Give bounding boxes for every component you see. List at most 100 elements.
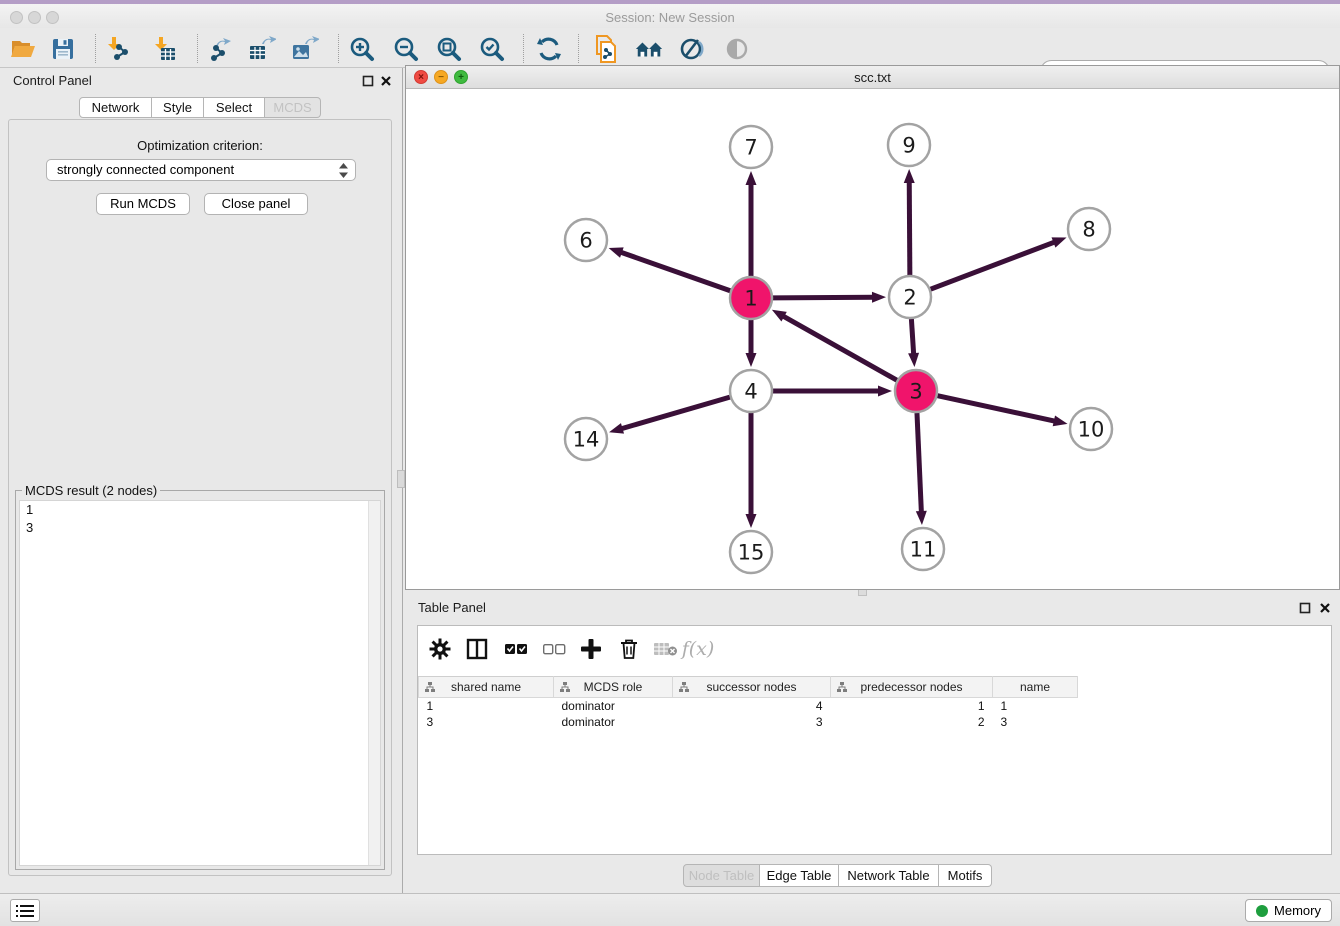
- zoom-in-icon[interactable]: [347, 35, 377, 62]
- splitter-grip[interactable]: [397, 470, 405, 488]
- refresh-view-icon[interactable]: [534, 35, 564, 62]
- graph-edge-2-3[interactable]: [911, 319, 913, 356]
- split-panel-icon[interactable]: [463, 636, 491, 662]
- toolbar-separator: [338, 34, 339, 63]
- mcds-result-line: 1: [20, 501, 380, 519]
- node-table: shared nameMCDS rolesuccessor nodesprede…: [418, 676, 1078, 730]
- table-tab-node-table[interactable]: Node Table: [683, 864, 760, 887]
- mcds-result-textarea[interactable]: 13: [19, 500, 381, 866]
- clone-network-icon[interactable]: [590, 35, 620, 62]
- table-tab-motifs[interactable]: Motifs: [939, 864, 992, 887]
- graph-edge-4-14[interactable]: [620, 397, 730, 429]
- export-network-icon[interactable]: [204, 35, 234, 62]
- criterion-dropdown[interactable]: strongly connected component: [46, 159, 356, 181]
- table-cell[interactable]: 3: [993, 714, 1078, 730]
- graph-edge-3-11[interactable]: [917, 413, 921, 514]
- table-tab-edge-table[interactable]: Edge Table: [760, 864, 839, 887]
- zoom-out-icon[interactable]: [391, 35, 421, 62]
- column-header-mcds-role[interactable]: MCDS role: [554, 677, 673, 698]
- vertical-splitter[interactable]: [396, 68, 405, 893]
- graph-edge-3-1[interactable]: [781, 315, 896, 380]
- column-type-icon: [424, 682, 436, 693]
- optimization-criterion-label: Optimization criterion:: [9, 138, 391, 153]
- import-table-icon[interactable]: [150, 35, 180, 62]
- close-panel-button[interactable]: Close panel: [204, 193, 308, 215]
- table-toolbar: f(x): [418, 626, 1331, 672]
- add-column-icon[interactable]: [577, 636, 605, 662]
- result-scrollbar[interactable]: [368, 501, 380, 865]
- table-close-panel-icon[interactable]: [1318, 601, 1332, 615]
- graph-edge-2-9[interactable]: [909, 180, 910, 275]
- column-header-predecessor-nodes[interactable]: predecessor nodes: [831, 677, 993, 698]
- control-tab-network[interactable]: Network: [79, 97, 152, 118]
- control-tab-select[interactable]: Select: [204, 97, 265, 118]
- graph-node-label: 4: [744, 380, 757, 404]
- memory-status-dot: [1256, 905, 1268, 917]
- edge-arrowhead: [872, 292, 886, 303]
- table-cell[interactable]: 3: [673, 714, 831, 730]
- criterion-value: strongly connected component: [57, 162, 234, 177]
- table-cell[interactable]: 2: [831, 714, 993, 730]
- export-table-icon[interactable]: [247, 35, 277, 62]
- graph-node-label: 11: [910, 538, 937, 562]
- graphics-details-icon[interactable]: [677, 35, 707, 62]
- graph-edge-1-2[interactable]: [773, 297, 875, 298]
- export-image-icon[interactable]: [290, 35, 320, 62]
- control-tab-style[interactable]: Style: [152, 97, 204, 118]
- table-settings-icon[interactable]: [426, 636, 454, 662]
- column-type-icon: [559, 682, 571, 693]
- first-neighbors-icon[interactable]: [634, 35, 664, 62]
- edge-arrowhead: [746, 353, 757, 367]
- graph-edge-2-8[interactable]: [931, 241, 1057, 289]
- toolbar-separator: [95, 34, 96, 63]
- zoom-selected-icon[interactable]: [477, 35, 507, 62]
- network-canvas-svg[interactable]: 1234678910111415: [406, 89, 1339, 589]
- graph-node-label: 6: [579, 229, 592, 253]
- table-cell[interactable]: dominator: [554, 714, 673, 730]
- graph-edge-3-10[interactable]: [937, 396, 1056, 422]
- graph-node-label: 1: [744, 287, 757, 311]
- control-panel-title: Control Panel: [13, 73, 92, 88]
- graph-edge-1-6[interactable]: [619, 252, 730, 291]
- table-tab-network-table[interactable]: Network Table: [839, 864, 939, 887]
- graph-node-label: 2: [903, 286, 916, 310]
- edge-arrowhead: [878, 386, 892, 397]
- toolbar-separator: [523, 34, 524, 63]
- table-row[interactable]: 1dominator411: [419, 698, 1078, 714]
- select-all-columns-icon[interactable]: [502, 636, 530, 662]
- task-history-button[interactable]: [10, 899, 40, 922]
- toggle-visibility-icon[interactable]: [722, 35, 752, 62]
- toolbar-separator: [197, 34, 198, 63]
- memory-button[interactable]: Memory: [1245, 899, 1332, 922]
- float-panel-icon[interactable]: [361, 74, 375, 88]
- graph-node-label: 15: [738, 541, 765, 565]
- graph-node-label: 3: [909, 380, 922, 404]
- delete-table-icon[interactable]: [652, 636, 680, 662]
- table-cell[interactable]: 1: [993, 698, 1078, 714]
- edge-arrowhead: [746, 171, 757, 185]
- table-cell[interactable]: 1: [419, 698, 554, 714]
- open-session-icon[interactable]: [8, 35, 38, 62]
- zoom-fit-icon[interactable]: [434, 35, 464, 62]
- column-header-shared-name[interactable]: shared name: [419, 677, 554, 698]
- edge-arrowhead: [916, 511, 927, 525]
- table-cell[interactable]: 3: [419, 714, 554, 730]
- unselect-all-columns-icon[interactable]: [540, 636, 568, 662]
- run-mcds-button[interactable]: Run MCDS: [96, 193, 190, 215]
- import-network-icon[interactable]: [104, 35, 134, 62]
- session-title: Session: New Session: [0, 10, 1340, 25]
- edge-arrowhead: [904, 169, 915, 183]
- table-cell[interactable]: 1: [831, 698, 993, 714]
- column-header-name[interactable]: name: [993, 677, 1078, 698]
- column-header-successor-nodes[interactable]: successor nodes: [673, 677, 831, 698]
- table-cell[interactable]: dominator: [554, 698, 673, 714]
- close-panel-icon[interactable]: [379, 74, 393, 88]
- table-cell[interactable]: 4: [673, 698, 831, 714]
- delete-column-icon[interactable]: [615, 636, 643, 662]
- function-builder-icon[interactable]: f(x): [684, 636, 712, 662]
- table-float-panel-icon[interactable]: [1298, 601, 1312, 615]
- table-row[interactable]: 3dominator323: [419, 714, 1078, 730]
- graph-node-label: 7: [744, 136, 757, 160]
- save-session-icon[interactable]: [48, 35, 78, 62]
- control-tab-mcds[interactable]: MCDS: [265, 97, 321, 118]
